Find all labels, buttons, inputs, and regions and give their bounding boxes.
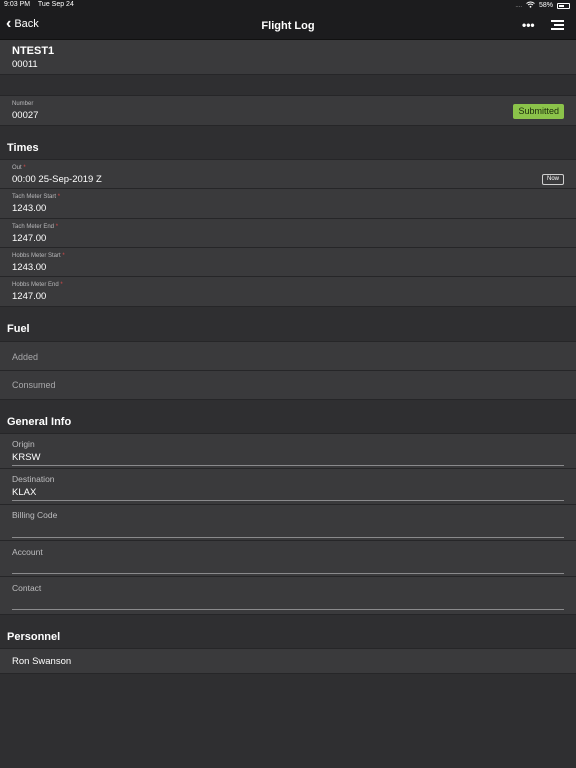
number-row: Number 00027 Submitted: [0, 95, 576, 126]
battery-percent: 58%: [538, 2, 553, 9]
tach-end-label: Tach Meter End: [12, 224, 55, 230]
navigation-bar: ‹ Back Flight Log •••: [0, 12, 576, 40]
fuel-section-title: Fuel: [7, 323, 30, 335]
page-title: Flight Log: [261, 20, 315, 32]
required-marker: *: [55, 224, 59, 230]
contact-label: Contact: [12, 583, 42, 593]
tach-end-row[interactable]: Tach Meter End * 1247.00: [0, 219, 576, 248]
tach-start-row[interactable]: Tach Meter Start * 1243.00: [0, 189, 576, 219]
tach-start-label: Tach Meter Start: [12, 194, 57, 200]
wifi-icon: [526, 1, 535, 10]
status-badge: Submitted: [513, 104, 564, 119]
destination-label: Destination: [12, 474, 55, 484]
now-button[interactable]: Now: [541, 174, 564, 185]
ellipsis-icon[interactable]: •••: [522, 18, 535, 32]
required-marker: *: [60, 282, 63, 288]
billing-code-label: Billing Code: [12, 510, 58, 520]
signal-icon: ....: [515, 2, 522, 9]
hobbs-end-row[interactable]: Hobbs Meter End * 1247.00: [0, 277, 576, 307]
required-marker: *: [23, 165, 26, 171]
hobbs-start-value: 1243.00: [12, 262, 47, 273]
personnel-section-title: Personnel: [7, 631, 61, 643]
hobbs-end-label: Hobbs Meter End: [12, 282, 59, 288]
account-field[interactable]: Account: [0, 541, 576, 577]
divider: [12, 537, 564, 538]
fuel-added-row[interactable]: Added: [0, 341, 576, 371]
hobbs-end-value: 1247.00: [12, 291, 47, 302]
times-section-title: Times: [7, 142, 39, 154]
number-value: 00027: [12, 110, 39, 121]
out-label: Out: [12, 165, 22, 171]
divider: [12, 500, 564, 501]
origin-value: KRSW: [12, 452, 41, 463]
tach-end-value: 1247.00: [12, 233, 47, 244]
status-bar: 9:03 PM Tue Sep 24 .... 58%: [0, 0, 576, 12]
status-time: 9:03 PM: [4, 1, 31, 8]
required-marker: *: [62, 253, 65, 259]
fuel-consumed-placeholder: Consumed: [12, 380, 56, 390]
origin-field[interactable]: Origin KRSW: [0, 433, 576, 469]
hobbs-start-row[interactable]: Hobbs Meter Start * 1243.00: [0, 248, 576, 277]
account-label: Account: [12, 547, 43, 557]
personnel-name: Ron Swanson: [12, 656, 72, 667]
contact-field[interactable]: Contact: [0, 577, 576, 615]
divider: [12, 609, 564, 610]
battery-icon: [557, 2, 570, 9]
flight-header: NTEST1 00011: [0, 40, 576, 75]
personnel-row[interactable]: Ron Swanson: [0, 648, 576, 674]
divider: [12, 465, 564, 466]
destination-field[interactable]: Destination KLAX: [0, 469, 576, 505]
out-value: 00:00 25-Sep-2019 Z: [12, 174, 102, 185]
out-row[interactable]: Out * 00:00 25-Sep-2019 Z Now: [0, 159, 576, 189]
fuel-added-placeholder: Added: [12, 352, 39, 362]
billing-code-field[interactable]: Billing Code: [0, 505, 576, 541]
tach-start-value: 1243.00: [12, 203, 47, 214]
aircraft-tail: NTEST1: [12, 45, 55, 57]
required-marker: *: [57, 194, 61, 200]
hobbs-start-label: Hobbs Meter Start: [12, 253, 61, 259]
list-menu-icon[interactable]: [551, 20, 564, 30]
number-label: Number: [12, 101, 34, 107]
destination-value: KLAX: [12, 487, 37, 498]
general-section-title: General Info: [7, 416, 72, 428]
status-date: Tue Sep 24: [37, 1, 74, 8]
divider: [12, 573, 564, 574]
fuel-consumed-row[interactable]: Consumed: [0, 371, 576, 400]
aircraft-sub: 00011: [12, 59, 38, 70]
origin-label: Origin: [12, 439, 35, 449]
